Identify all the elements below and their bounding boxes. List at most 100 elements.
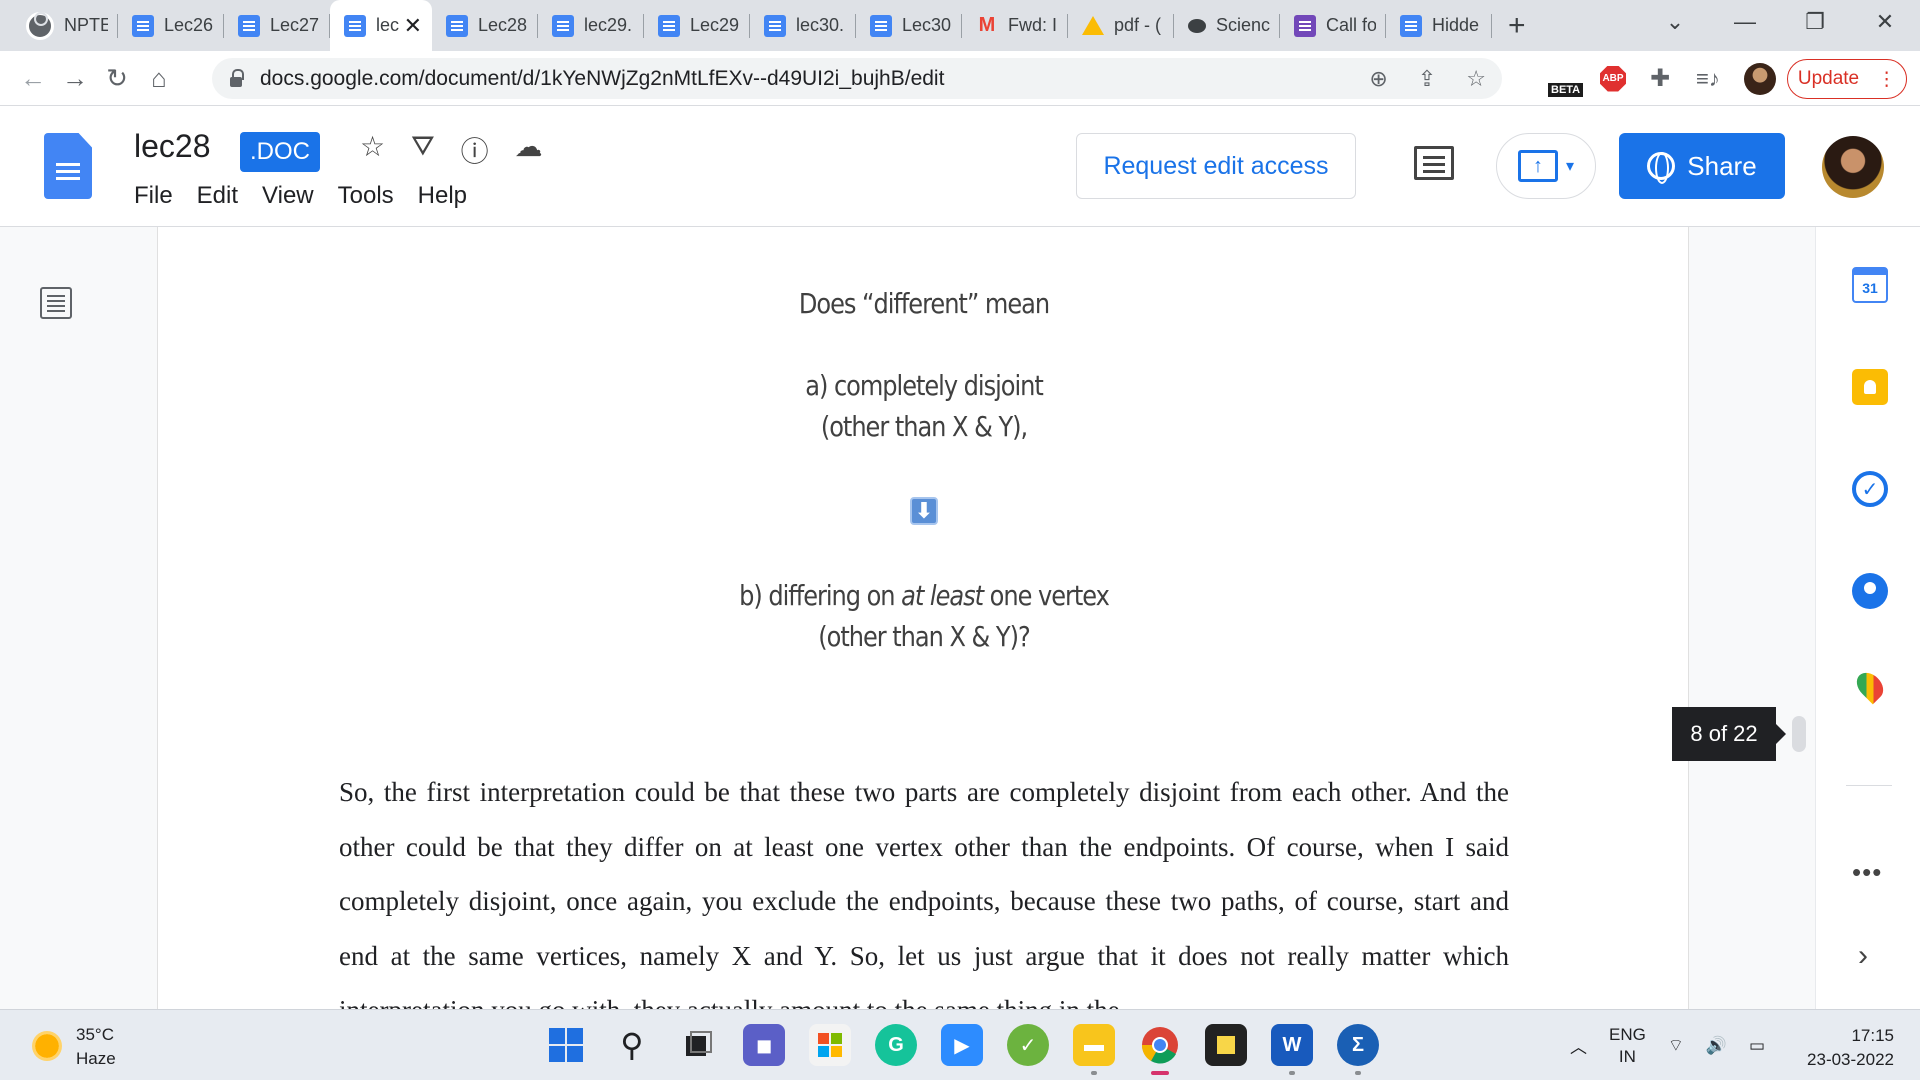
browser-tab[interactable]: NPTEL [12, 0, 118, 51]
tasks-icon[interactable]: ✓ [1852, 471, 1888, 507]
address-bar[interactable]: docs.google.com/document/d/1kYeNWjZg2nMt… [212, 58, 1502, 99]
file-explorer-icon[interactable]: ▬ [1073, 1024, 1115, 1075]
volume-icon[interactable]: 🔊 [1706, 1036, 1727, 1056]
share-button[interactable]: Share [1619, 133, 1785, 199]
menu-help[interactable]: Help [418, 182, 467, 210]
hidden-icons-chevron-icon[interactable]: ︿ [1570, 1033, 1587, 1058]
weather-widget[interactable]: 35°C Haze [76, 1023, 116, 1071]
adblock-extension[interactable]: ABP [1600, 51, 1626, 106]
new-tab-button[interactable]: + [1508, 10, 1526, 41]
browser-tab[interactable]: Scienc [1174, 0, 1280, 51]
globe-icon [1647, 152, 1676, 184]
forward-button[interactable]: → [54, 63, 96, 94]
phone-link-icon[interactable]: ✓ [1007, 1024, 1049, 1066]
teams-chat-icon[interactable]: ◼ [743, 1024, 785, 1066]
document-page[interactable]: Does “different” mean a) completely disj… [157, 227, 1689, 1009]
browser-tab[interactable]: lec ✕ [330, 0, 432, 51]
browser-tab[interactable]: Lec30 [856, 0, 962, 51]
language-indicator[interactable]: ENG IN [1609, 1024, 1646, 1068]
profile-button[interactable] [1744, 51, 1776, 106]
browser-tab[interactable]: lec30. [750, 0, 856, 51]
slide-option-b-note: (other than X & Y)? [818, 620, 1030, 653]
start-icon[interactable] [545, 1024, 587, 1066]
battery-icon[interactable]: ▭ [1749, 1036, 1765, 1056]
browser-tab[interactable]: M Fwd: I [962, 0, 1068, 51]
sigma-app-icon[interactable]: Σ [1337, 1024, 1379, 1075]
task-view-icon[interactable] [677, 1024, 719, 1066]
store-icon[interactable] [809, 1024, 851, 1066]
menu-view[interactable]: View [262, 182, 314, 210]
docs-icon [1400, 14, 1422, 37]
slide-option-b: b) differing on at least one vertex [265, 579, 1583, 612]
browser-tab[interactable]: Lec29 [644, 0, 750, 51]
chrome-icon[interactable] [1139, 1024, 1181, 1075]
browser-tab[interactable]: Lec28 [432, 0, 538, 51]
menu-tools[interactable]: Tools [338, 182, 394, 210]
extension-beta[interactable]: BETA [1548, 51, 1584, 106]
minimize-button[interactable]: — [1710, 9, 1780, 35]
reload-button[interactable]: ↻ [96, 63, 138, 94]
share-page-icon[interactable]: ⇪ [1418, 66, 1436, 92]
tab-list: NPTEL Lec26 Lec27 lec✕ Lec28 lec29. Lec29 lec30… [0, 0, 1492, 51]
tab-label: lec [376, 15, 400, 35]
star-icon[interactable]: ☆ [360, 130, 385, 170]
update-button[interactable]: Update ⋮ [1787, 59, 1907, 99]
calendar-icon[interactable]: 31 [1852, 267, 1888, 303]
document-outline-icon[interactable] [40, 287, 72, 319]
browser-tab[interactable]: Hidde [1386, 0, 1492, 51]
docs-header: lec28 .DOC ☆ ⛛ ⓘ ☁ File Edit View Tools Help… [0, 106, 1920, 227]
tab-label: lec29. [584, 15, 633, 35]
tab-label: Fwd: I [1008, 15, 1058, 35]
restore-button[interactable]: ❐ [1780, 9, 1850, 35]
keep-icon[interactable] [1852, 369, 1888, 405]
close-window-button[interactable]: ✕ [1850, 9, 1920, 35]
sticky-notes-icon[interactable] [1205, 1024, 1247, 1066]
file-type-badge: .DOC [240, 132, 320, 172]
tab-search-icon[interactable]: ⌄ [1640, 9, 1710, 35]
maps-icon[interactable] [1851, 667, 1889, 705]
tab-label: Lec26 [164, 15, 214, 35]
lock-icon[interactable] [230, 68, 244, 87]
info-icon[interactable]: ⓘ [461, 130, 489, 170]
document-title[interactable]: lec28 [134, 128, 211, 165]
word-icon[interactable]: W [1271, 1024, 1313, 1075]
add-to-drive-icon[interactable]: ⛛ [411, 130, 435, 170]
clock-time: 17:15 [1851, 1026, 1894, 1045]
system-clock[interactable]: 17:15 23-03-2022 [1807, 1024, 1894, 1072]
browser-tab[interactable]: lec29. [538, 0, 644, 51]
share-label: Share [1687, 150, 1757, 181]
media-control-icon[interactable]: ≡♪ [1696, 51, 1720, 106]
menu-edit[interactable]: Edit [197, 182, 238, 210]
scrollbar-thumb[interactable] [1792, 716, 1806, 752]
browser-tab[interactable]: Call fo [1280, 0, 1386, 51]
close-tab-icon[interactable]: ✕ [404, 13, 422, 39]
comment-history-icon[interactable] [1414, 146, 1454, 180]
contacts-icon[interactable] [1852, 573, 1888, 609]
expand-panel-chevron-icon[interactable]: › [1858, 939, 1868, 973]
slide-option-a: a) completely disjoint [805, 369, 1044, 402]
present-button[interactable]: ↑ ▾ [1496, 133, 1596, 199]
bookmark-star-icon[interactable]: ☆ [1466, 66, 1486, 92]
back-button[interactable]: ← [12, 63, 54, 94]
weather-sun-icon[interactable] [32, 1031, 62, 1061]
docs-logo-icon[interactable] [44, 133, 92, 199]
browser-tab[interactable]: pdf - ( [1068, 0, 1174, 51]
request-edit-access-button[interactable]: Request edit access [1076, 133, 1356, 199]
browser-tab[interactable]: Lec27 [224, 0, 330, 51]
search-icon[interactable]: ⚲ [611, 1024, 653, 1066]
home-button[interactable]: ⌂ [138, 63, 180, 94]
browser-tab[interactable]: Lec26 [118, 0, 224, 51]
zoom-app-icon[interactable]: ▶ [941, 1024, 983, 1066]
zoom-icon[interactable]: ⊕ [1369, 66, 1387, 92]
menu-file[interactable]: File [134, 182, 173, 210]
account-avatar[interactable] [1822, 136, 1884, 198]
taskbar-apps: ⚲ ◼ G ▶ ✓ ▬ W Σ [545, 1024, 1379, 1075]
cloud-status-icon[interactable]: ☁ [515, 130, 543, 170]
more-addons-icon[interactable]: ••• [1852, 857, 1882, 888]
extensions-puzzle-icon[interactable]: ✚ [1650, 51, 1670, 106]
window-controls: ⌄ — ❐ ✕ [1640, 0, 1920, 44]
url-text[interactable]: docs.google.com/document/d/1kYeNWjZg2nMt… [260, 67, 944, 91]
grammarly-icon[interactable]: G [875, 1024, 917, 1066]
wifi-icon[interactable]: ⌔ [1668, 1035, 1684, 1056]
docs-icon [132, 14, 154, 37]
